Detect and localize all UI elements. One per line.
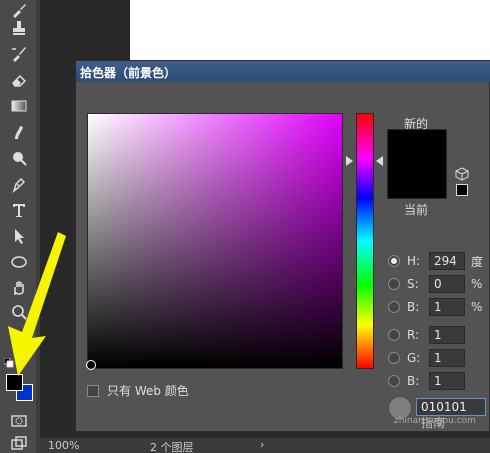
brightness-label: B: <box>407 300 420 314</box>
hue-slider-right-arrow[interactable] <box>376 156 383 166</box>
web-colors-only-label: 只有 Web 颜色 <box>107 384 189 398</box>
hex-value: 010101 <box>421 400 467 414</box>
saturation-unit: % <box>471 277 483 291</box>
web-colors-only-option[interactable]: 只有 Web 颜色 <box>87 382 189 399</box>
blue-radio[interactable] <box>388 375 400 387</box>
hue-label: H: <box>407 254 421 268</box>
saturation-label: S: <box>407 277 419 291</box>
gamut-cube-icon[interactable] <box>455 167 469 181</box>
red-label: R: <box>407 328 420 342</box>
zoom-level[interactable]: 100% <box>48 439 79 452</box>
brightness-field-row: B: % <box>388 298 482 316</box>
stamp-icon[interactable] <box>8 18 30 38</box>
web-safe-color-swatch[interactable] <box>456 184 468 196</box>
tools-panel <box>0 0 40 453</box>
saturation-input[interactable] <box>429 275 465 293</box>
eraser-icon[interactable] <box>8 70 30 90</box>
hue-slider-left-arrow[interactable] <box>346 156 353 166</box>
saturation-field-row: S: % <box>388 275 482 293</box>
pen-icon[interactable] <box>8 174 30 194</box>
blue-input[interactable] <box>429 372 465 390</box>
new-color-swatch <box>387 129 447 164</box>
watermark-text: zhinan.sogou.com <box>394 416 476 426</box>
status-bar: 100% 2 个图层 › <box>40 437 490 453</box>
brightness-input[interactable] <box>429 298 465 316</box>
color-picker-dialog: 拾色器（前景色） 新的 当前 H: 度 S: % B: % <box>75 60 490 432</box>
hue-unit: 度 <box>471 254 484 269</box>
quick-mask-icon[interactable] <box>8 411 30 431</box>
current-color-label: 当前 <box>404 203 429 217</box>
hex-input[interactable]: 010101 指南 <box>416 398 486 430</box>
blue-label: B: <box>407 374 420 388</box>
saturation-brightness-field[interactable] <box>87 113 343 369</box>
current-color-swatch[interactable] <box>387 164 447 199</box>
screen-mode-icon[interactable] <box>8 434 30 453</box>
green-radio[interactable] <box>388 352 400 364</box>
web-colors-only-checkbox[interactable] <box>87 384 99 397</box>
document-canvas[interactable] <box>130 0 490 60</box>
type-icon[interactable] <box>8 200 30 220</box>
hue-input[interactable] <box>429 252 465 270</box>
brush-icon[interactable] <box>8 0 30 20</box>
dodge-icon[interactable] <box>8 148 30 168</box>
brightness-unit: % <box>471 300 483 314</box>
red-field-row: R: <box>388 326 465 344</box>
history-brush-icon[interactable] <box>8 44 30 64</box>
status-expand-arrow[interactable]: › <box>260 438 264 451</box>
layer-count: 2 个图层 <box>150 441 194 453</box>
brightness-radio[interactable] <box>388 301 400 313</box>
annotation-arrow <box>8 232 66 376</box>
green-label: G: <box>407 351 421 365</box>
blue-field-row: B: <box>388 372 465 390</box>
green-field-row: G: <box>388 349 465 367</box>
dialog-title[interactable]: 拾色器（前景色） <box>76 61 490 82</box>
hue-field-row: H: 度 <box>388 252 483 270</box>
gradient-icon[interactable] <box>8 96 30 116</box>
hue-radio[interactable] <box>388 255 400 267</box>
red-input[interactable] <box>429 326 465 344</box>
saturation-radio[interactable] <box>388 278 400 290</box>
smudge-icon[interactable] <box>8 122 30 142</box>
green-input[interactable] <box>429 349 465 367</box>
color-field-marker[interactable] <box>86 360 96 370</box>
red-radio[interactable] <box>388 329 400 341</box>
hue-slider[interactable] <box>356 113 374 369</box>
